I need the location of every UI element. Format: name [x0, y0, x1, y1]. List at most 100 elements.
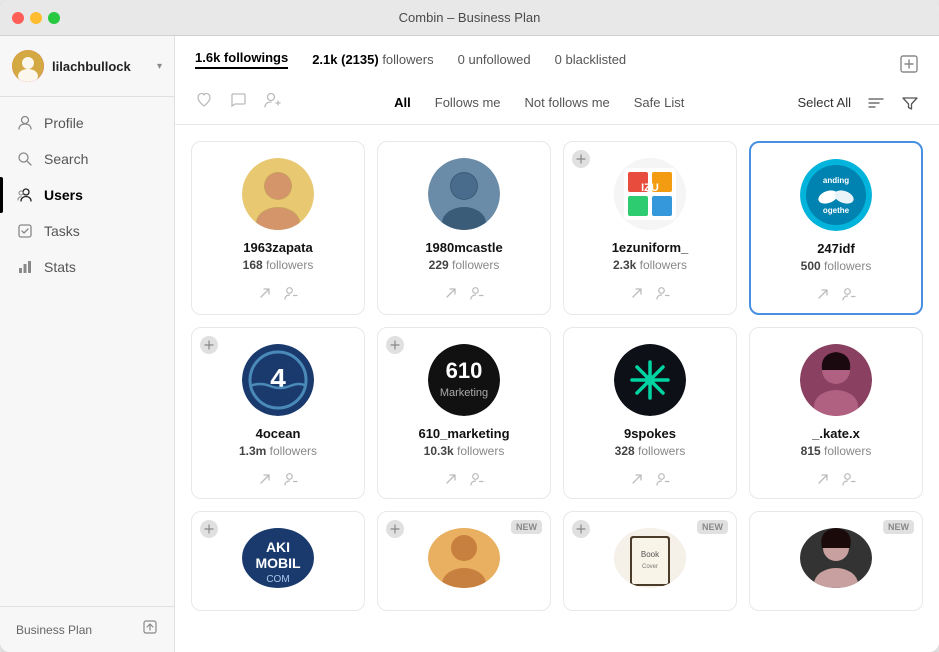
tab-safe-list[interactable]: Safe List [622, 89, 697, 116]
svg-text:Book: Book [641, 550, 660, 559]
svg-text:Marketing: Marketing [440, 387, 488, 399]
minimize-button[interactable] [30, 12, 42, 24]
user-card-4ocean[interactable]: 4 4ocean 1.3m followers [191, 327, 365, 499]
user-card-person2[interactable]: NEW [377, 511, 551, 611]
unfollow-icon-4ocean[interactable] [284, 472, 298, 486]
unfollow-icon-1963zapata[interactable] [284, 286, 298, 300]
sidebar-item-users[interactable]: Users [0, 177, 174, 213]
select-all-button[interactable]: Select All [798, 95, 851, 110]
filter-icon[interactable] [901, 94, 919, 112]
user-card-kateaux[interactable]: _.kate.x 815 followers [749, 327, 923, 499]
action-icons [195, 91, 281, 114]
user-card-1ezuniform[interactable]: IZU 1ezuniform_ 2.3k followers [563, 141, 737, 315]
tab-not-follows-me[interactable]: Not follows me [513, 89, 622, 116]
followers-1963zapata: 168 followers [243, 258, 314, 272]
avatar [12, 50, 44, 82]
stat-followers[interactable]: 2.1k (2135) followers [312, 52, 433, 67]
card-actions-1963zapata [258, 286, 298, 300]
avatar-4ocean: 4 [242, 344, 314, 416]
stat-followings[interactable]: 1.6k followings [195, 50, 288, 69]
open-profile-icon-1963zapata[interactable] [258, 286, 272, 300]
svg-text:AKI: AKI [266, 539, 290, 555]
comment-icon[interactable] [229, 91, 247, 114]
open-profile-icon-kateaux[interactable] [816, 472, 830, 486]
username-1980mcastle: 1980mcastle [425, 240, 502, 255]
main-header: 1.6k followings 2.1k (2135) followers 0 … [175, 36, 939, 125]
sidebar-item-profile[interactable]: Profile [0, 105, 174, 141]
open-profile-icon-1980mcastle[interactable] [444, 286, 458, 300]
avatar-9spokes [614, 344, 686, 416]
user-card-1980mcastle[interactable]: 1980mcastle 229 followers [377, 141, 551, 315]
username-9spokes: 9spokes [624, 426, 676, 441]
followed-badge-akimobil [200, 520, 218, 538]
username-247idf: 247idf [817, 241, 855, 256]
open-profile-icon-1ezuniform[interactable] [630, 286, 644, 300]
followed-badge-book [572, 520, 590, 538]
svg-text:IZU: IZU [641, 182, 659, 194]
avatar-1980mcastle [428, 158, 500, 230]
sidebar-item-stats[interactable]: Stats [0, 249, 174, 285]
unfollow-icon-kateaux[interactable] [842, 472, 856, 486]
user-grid-container: 1963zapata 168 followers [175, 125, 939, 652]
avatar-person2 [428, 528, 500, 588]
stat-unfollowed[interactable]: 0 unfollowed [458, 52, 531, 67]
filter-right: Select All [798, 94, 919, 112]
user-card-9spokes[interactable]: 9spokes 328 followers [563, 327, 737, 499]
titlebar: Combin – Business Plan [0, 0, 939, 36]
unfollow-icon[interactable] [263, 91, 281, 114]
heart-icon[interactable] [195, 91, 213, 114]
card-actions-247idf [816, 287, 856, 301]
unfollow-icon-610marketing[interactable] [470, 472, 484, 486]
main-content: 1.6k followings 2.1k (2135) followers 0 … [175, 36, 939, 652]
users-icon [16, 186, 34, 204]
open-profile-icon-610marketing[interactable] [444, 472, 458, 486]
svg-text:4: 4 [270, 363, 286, 394]
sidebar-item-search[interactable]: Search [0, 141, 174, 177]
followers-4ocean: 1.3m followers [239, 444, 317, 458]
svg-text:610: 610 [446, 358, 483, 383]
card-actions-9spokes [630, 472, 670, 486]
user-card-woman3[interactable]: NEW [749, 511, 923, 611]
open-profile-icon-9spokes[interactable] [630, 472, 644, 486]
account-switcher[interactable]: lilachbullock ▾ [0, 36, 174, 97]
followers-1ezuniform: 2.3k followers [613, 258, 687, 272]
avatar-akimobil: AKI MOBIL COM [242, 528, 314, 588]
unfollow-icon-9spokes[interactable] [656, 472, 670, 486]
compose-btn[interactable] [899, 54, 919, 79]
unfollow-icon-1ezuniform[interactable] [656, 286, 670, 300]
upgrade-icon[interactable] [142, 619, 158, 640]
user-card-akimobil[interactable]: AKI MOBIL COM [191, 511, 365, 611]
sidebar-item-users-label: Users [44, 187, 83, 203]
open-profile-icon-4ocean[interactable] [258, 472, 272, 486]
close-button[interactable] [12, 12, 24, 24]
username-610marketing: 610_marketing [418, 426, 509, 441]
stats-icon [16, 258, 34, 276]
user-card-1963zapata[interactable]: 1963zapata 168 followers [191, 141, 365, 315]
app-body: lilachbullock ▾ Profile [0, 36, 939, 652]
tab-all[interactable]: All [382, 89, 423, 116]
svg-text:anding: anding [823, 176, 849, 185]
sidebar-item-tasks[interactable]: Tasks [0, 213, 174, 249]
sidebar: lilachbullock ▾ Profile [0, 36, 175, 652]
username-1ezuniform: 1ezuniform_ [612, 240, 689, 255]
user-card-book[interactable]: NEW Book Cover [563, 511, 737, 611]
stat-blacklisted[interactable]: 0 blacklisted [555, 52, 627, 67]
avatar-book: Book Cover [614, 528, 686, 588]
sidebar-item-profile-label: Profile [44, 115, 84, 131]
open-profile-icon-247idf[interactable] [816, 287, 830, 301]
avatar-woman3 [800, 528, 872, 588]
sidebar-item-stats-label: Stats [44, 259, 76, 275]
chevron-down-icon: ▾ [157, 61, 162, 72]
maximize-button[interactable] [48, 12, 60, 24]
user-card-247idf[interactable]: anding ogethe 247idf 500 followers [749, 141, 923, 315]
sort-icon[interactable] [867, 94, 885, 112]
avatar-1963zapata [242, 158, 314, 230]
tab-follows-me[interactable]: Follows me [423, 89, 513, 116]
followers-610marketing: 10.3k followers [424, 444, 505, 458]
username-4ocean: 4ocean [256, 426, 301, 441]
unfollow-icon-247idf[interactable] [842, 287, 856, 301]
user-card-610marketing[interactable]: 610 Marketing 610_marketing 10.3k follow… [377, 327, 551, 499]
avatar-kateaux [800, 344, 872, 416]
unfollow-icon-1980mcastle[interactable] [470, 286, 484, 300]
card-actions-4ocean [258, 472, 298, 486]
